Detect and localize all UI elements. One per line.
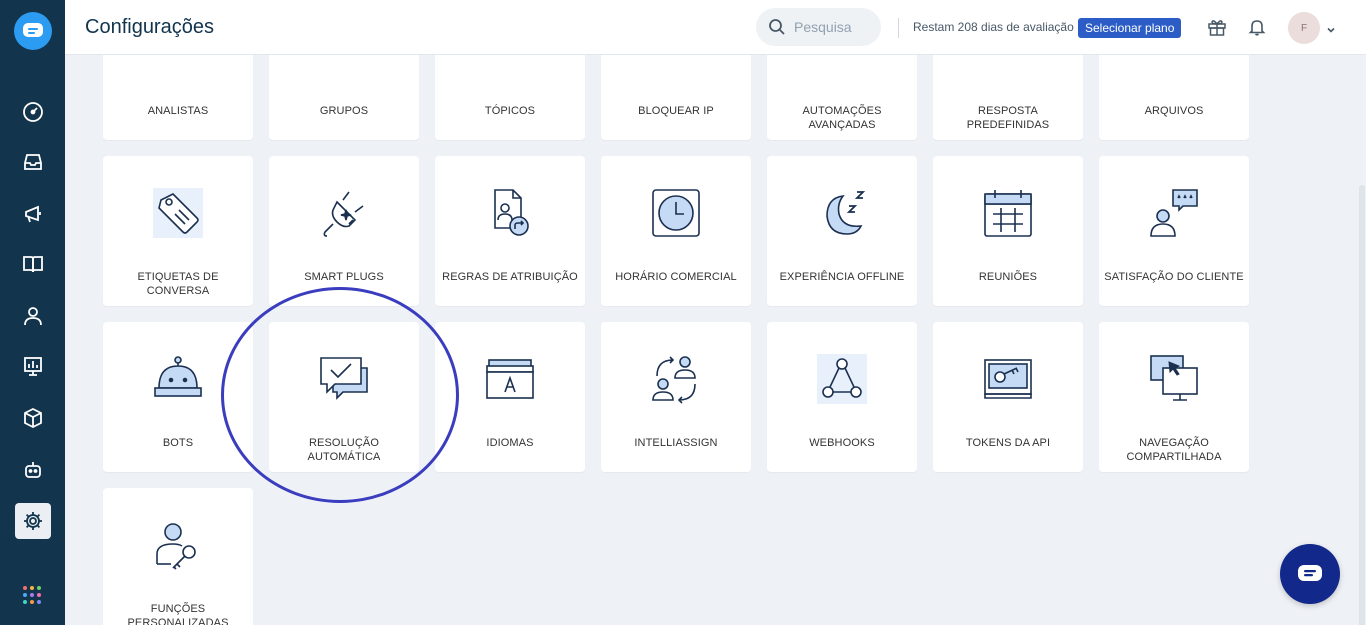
topics-icon	[485, 55, 535, 72]
search-icon	[769, 19, 785, 35]
tile-label: REUNIÕES	[978, 271, 1038, 283]
tile-label: FUNÇÕES PERSONALIZADAS	[127, 603, 229, 625]
tile-label: RESPOSTA PREDEFINIDAS	[966, 105, 1050, 131]
tile-funcoes-personalizadas[interactable]: FUNÇÕES PERSONALIZADAS	[103, 488, 253, 625]
api-key-icon	[983, 354, 1033, 404]
app-switcher-icon[interactable]	[23, 586, 41, 604]
header-divider	[898, 18, 899, 38]
tile-label: ETIQUETAS DE CONVERSA	[137, 271, 219, 297]
analysts-icon	[153, 55, 203, 72]
cobrowse-icon	[1149, 354, 1199, 404]
settings-icon[interactable]	[15, 503, 51, 539]
sidebar	[0, 0, 65, 625]
dashboard-icon[interactable]	[15, 94, 51, 130]
tile-label: TÓPICOS	[484, 105, 536, 117]
notification-bell-icon[interactable]	[1246, 16, 1268, 38]
page-title: Configurações	[85, 16, 214, 38]
tile-label: SMART PLUGS	[304, 271, 384, 283]
chat-icon	[1298, 565, 1322, 581]
cube-icon[interactable]	[15, 400, 51, 436]
tile-label: EXPERIÊNCIA OFFLINE	[779, 271, 905, 283]
tile-grupos[interactable]: GRUPOS	[269, 55, 419, 140]
tile-label: NAVEGAÇÃO COMPARTILHADA	[1126, 437, 1222, 463]
calendar-icon	[983, 188, 1033, 238]
tile-label: SATISFAÇÃO DO CLIENTE	[1104, 271, 1244, 283]
tile-label: IDIOMAS	[486, 437, 534, 449]
satisfaction-icon	[1149, 188, 1199, 238]
chat-launcher-button[interactable]	[1280, 544, 1340, 604]
tile-label: GRUPOS	[319, 105, 369, 117]
tile-bots[interactable]: BOTS	[103, 322, 253, 472]
plug-icon	[319, 188, 369, 238]
tile-label: ANALISTAS	[147, 105, 209, 117]
tile-label: TOKENS DA API	[965, 437, 1051, 449]
tile-webhooks[interactable]: WEBHOOKS	[767, 322, 917, 472]
scrollbar-thumb[interactable]	[1359, 185, 1365, 625]
canned-responses-icon	[983, 55, 1033, 72]
webhooks-icon	[817, 354, 867, 404]
search-input[interactable]	[794, 19, 874, 35]
intelliassign-icon	[651, 354, 701, 404]
bot-icon[interactable]	[15, 452, 51, 488]
tile-label: REGRAS DE ATRIBUIÇÃO	[442, 271, 578, 283]
top-header: Configurações Restam 208 dias de avaliaç…	[65, 0, 1366, 55]
megaphone-icon[interactable]	[15, 196, 51, 232]
tile-label: BLOQUEAR IP	[638, 105, 714, 117]
tag-icon	[153, 188, 203, 238]
languages-icon	[485, 354, 535, 404]
block-ip-icon	[651, 55, 701, 72]
user-avatar[interactable]: F	[1288, 12, 1320, 44]
custom-roles-icon	[153, 520, 203, 570]
search-box[interactable]	[756, 8, 881, 46]
assignment-rules-icon	[485, 188, 535, 238]
tile-horario-comercial[interactable]: HORÁRIO COMERCIAL	[601, 156, 751, 306]
tile-topicos[interactable]: TÓPICOS	[435, 55, 585, 140]
tile-arquivos[interactable]: ARQUIVOS	[1099, 55, 1249, 140]
tile-analistas[interactable]: ANALISTAS	[103, 55, 253, 140]
tile-label: INTELLIASSIGN	[634, 437, 718, 449]
settings-content: ANALISTAS GRUPOS TÓPICOS BLOQUEAR IP AUT…	[65, 55, 1366, 625]
tile-experiencia-offline[interactable]: EXPERIÊNCIA OFFLINE	[767, 156, 917, 306]
tile-resolucao-automatica[interactable]: RESOLUÇÃO AUTOMÁTICA	[269, 322, 419, 472]
tile-navegacao-compartilhada[interactable]: NAVEGAÇÃO COMPARTILHADA	[1099, 322, 1249, 472]
tile-satisfacao-do-cliente[interactable]: SATISFAÇÃO DO CLIENTE	[1099, 156, 1249, 306]
tile-label: BOTS	[162, 437, 194, 449]
tile-reunioes[interactable]: REUNIÕES	[933, 156, 1083, 306]
tile-bloquear-ip[interactable]: BLOQUEAR IP	[601, 55, 751, 140]
tile-label: WEBHOOKS	[809, 437, 875, 449]
moon-icon	[817, 188, 867, 238]
automations-icon	[817, 55, 867, 72]
contact-icon[interactable]	[15, 298, 51, 334]
inbox-icon[interactable]	[15, 144, 51, 180]
tile-intelliassign[interactable]: INTELLIASSIGN	[601, 322, 751, 472]
tile-label: ARQUIVOS	[1144, 105, 1204, 117]
analytics-icon[interactable]	[15, 348, 51, 384]
tile-label: AUTOMAÇÕES AVANÇADAS	[802, 105, 882, 131]
bell-bot-icon	[153, 354, 203, 404]
book-icon[interactable]	[15, 246, 51, 282]
tile-smart-plugs[interactable]: SMART PLUGS	[269, 156, 419, 306]
groups-icon	[319, 55, 369, 72]
tile-label: RESOLUÇÃO AUTOMÁTICA	[307, 437, 381, 463]
tile-label: HORÁRIO COMERCIAL	[615, 271, 737, 283]
select-plan-button[interactable]: Selecionar plano	[1078, 18, 1182, 38]
clock-icon	[651, 188, 701, 238]
trial-remaining-text: Restam 208 dias de avaliação	[913, 20, 1074, 34]
chevron-down-icon[interactable]	[1326, 22, 1336, 40]
tile-etiquetas-de-conversa[interactable]: ETIQUETAS DE CONVERSA	[103, 156, 253, 306]
freshchat-logo-icon[interactable]	[14, 12, 52, 50]
auto-resolve-icon	[319, 354, 369, 404]
tile-resposta-predefinidas[interactable]: RESPOSTA PREDEFINIDAS	[933, 55, 1083, 140]
tile-automacoes-avancadas[interactable]: AUTOMAÇÕES AVANÇADAS	[767, 55, 917, 140]
files-icon	[1149, 55, 1199, 72]
tile-regras-de-atribuicao[interactable]: REGRAS DE ATRIBUIÇÃO	[435, 156, 585, 306]
tile-idiomas[interactable]: IDIOMAS	[435, 322, 585, 472]
gift-icon[interactable]	[1206, 16, 1228, 38]
tile-tokens-da-api[interactable]: TOKENS DA API	[933, 322, 1083, 472]
